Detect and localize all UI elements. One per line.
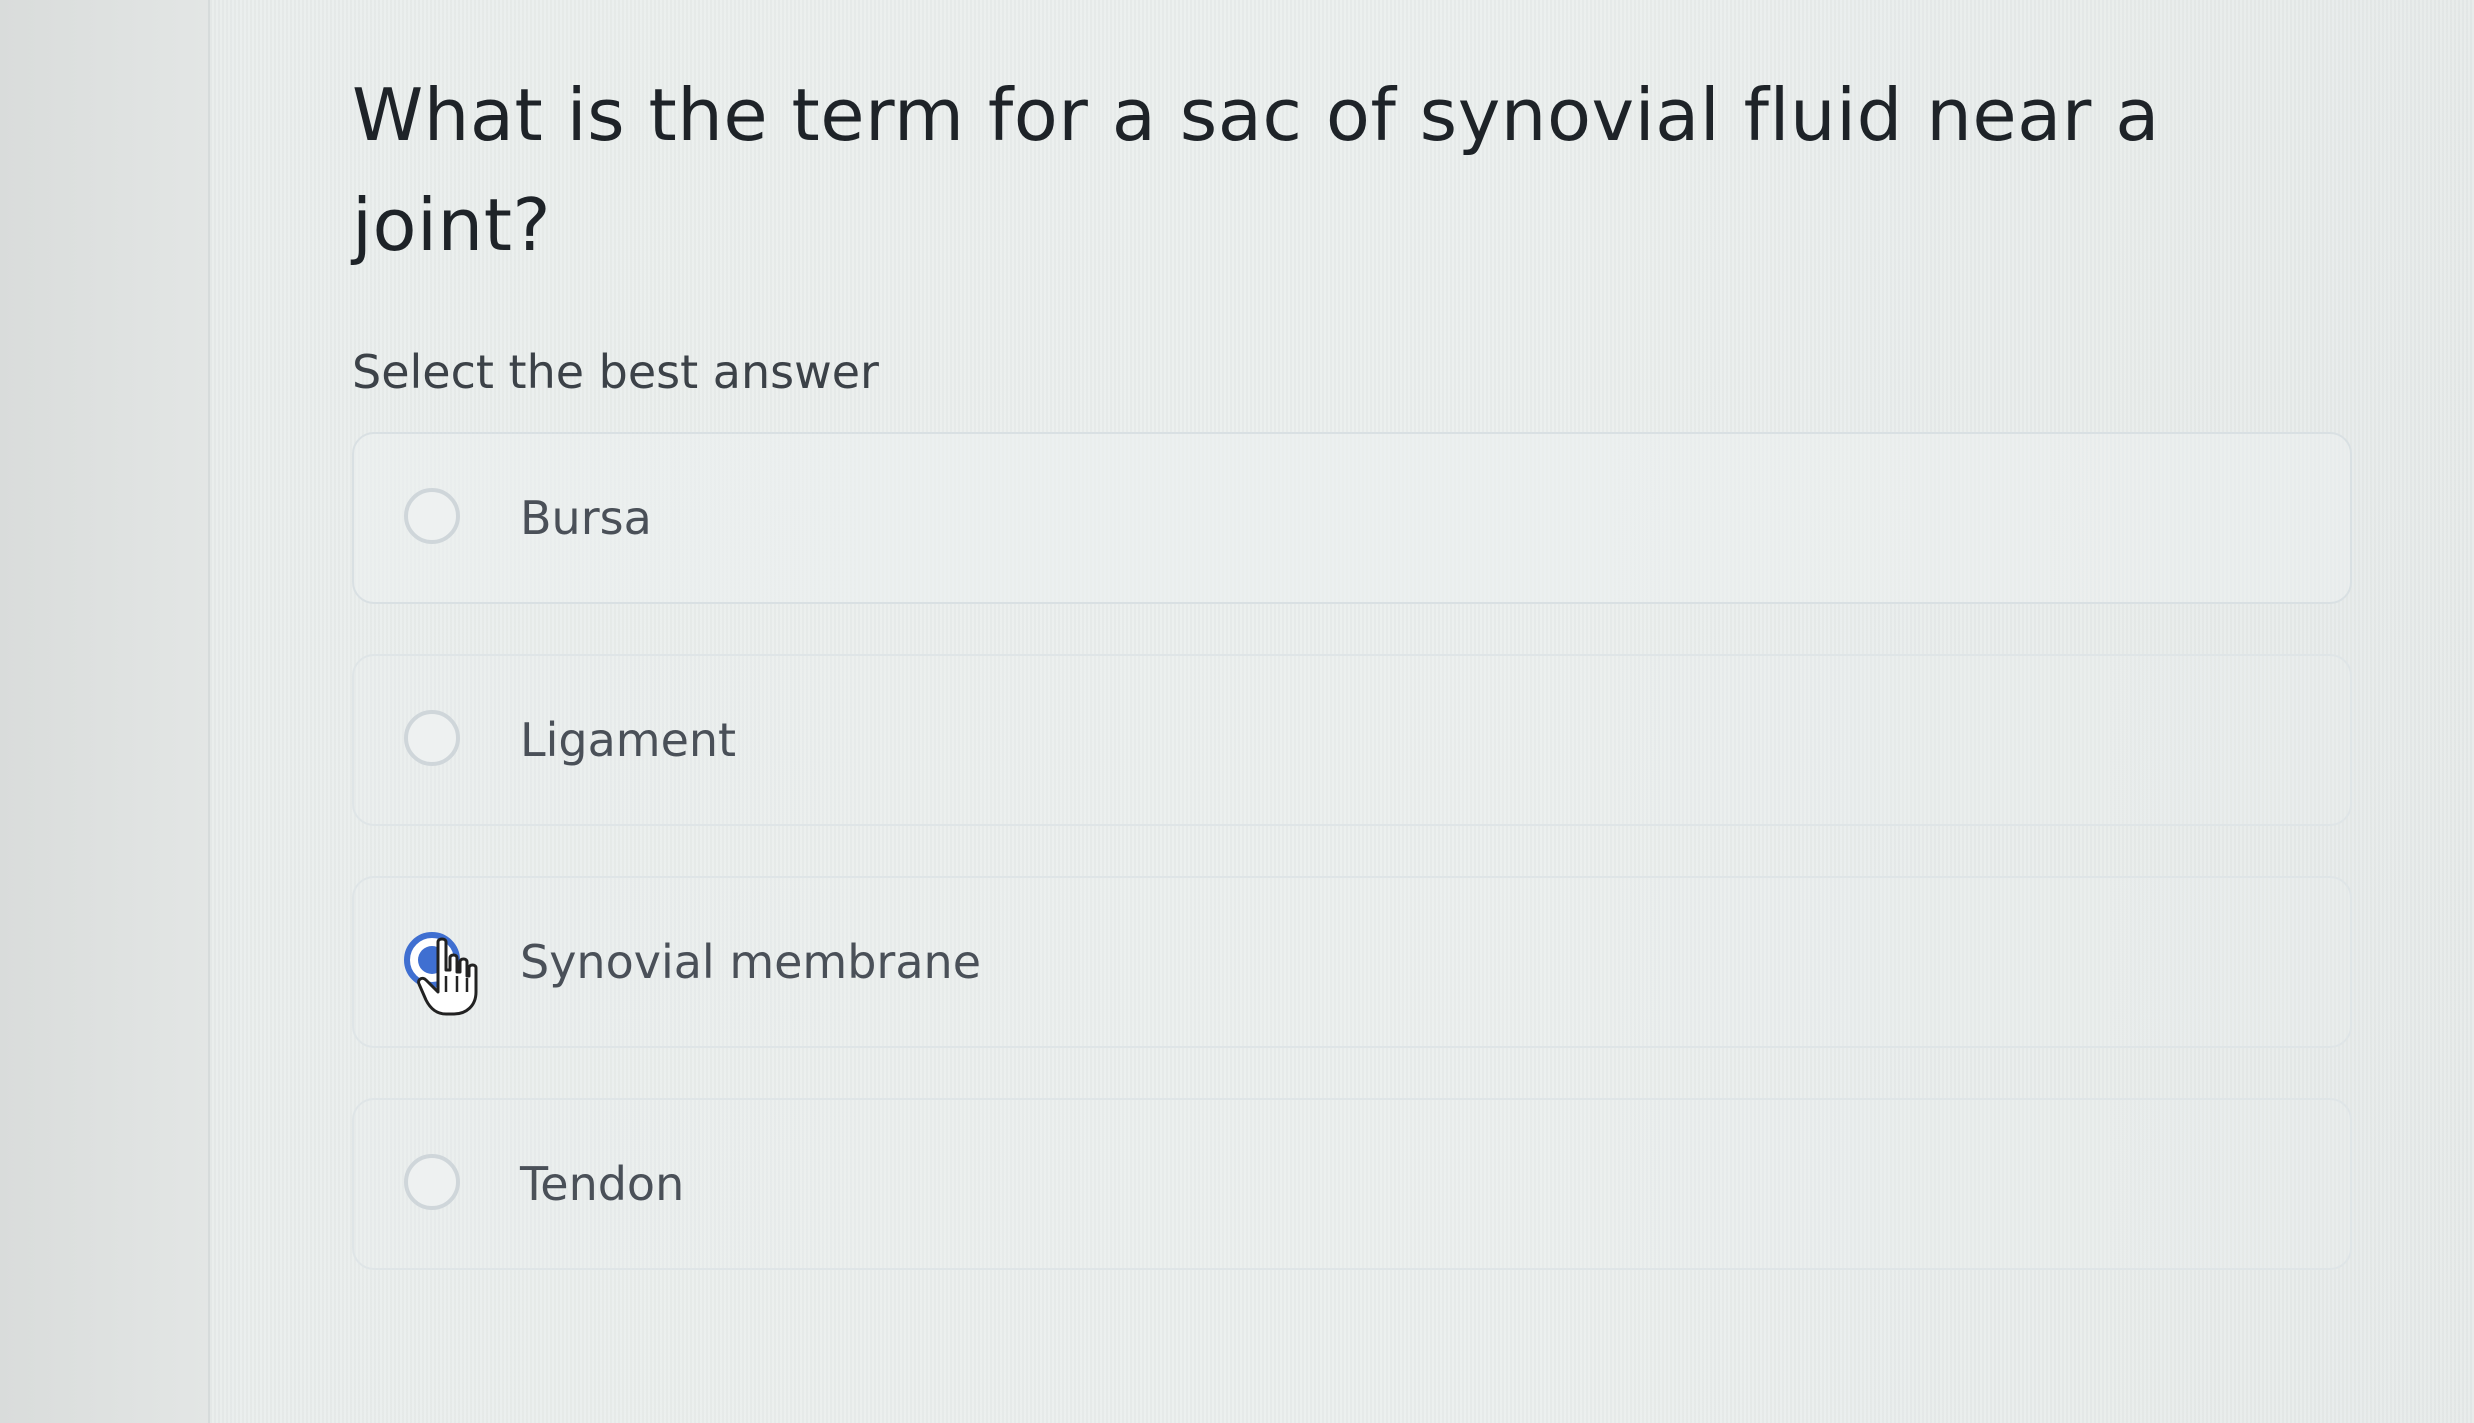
- answer-option-ligament[interactable]: Ligament: [352, 654, 2352, 826]
- option-label: Bursa: [520, 491, 652, 545]
- answer-option-synovial-membrane[interactable]: Synovial membrane: [352, 876, 2352, 1048]
- radio-button[interactable]: [404, 1154, 460, 1210]
- quiz-screen: What is the term for a sac of synovial f…: [0, 0, 2474, 1423]
- radio-button[interactable]: [404, 710, 460, 766]
- hand-pointer-icon: [417, 937, 478, 1016]
- answer-option-bursa[interactable]: Bursa: [352, 432, 2352, 604]
- question-title: What is the term for a sac of synovial f…: [352, 73, 2160, 267]
- radio-button[interactable]: [404, 488, 460, 544]
- option-label: Tendon: [520, 1157, 685, 1211]
- quiz-container: What is the term for a sac of synovial f…: [352, 60, 2352, 1320]
- answer-option-tendon[interactable]: Tendon: [352, 1098, 2352, 1270]
- instruction-text: Select the best answer: [352, 345, 879, 399]
- left-gutter: [0, 0, 210, 1423]
- option-label: Synovial membrane: [520, 935, 981, 989]
- option-label: Ligament: [520, 713, 737, 767]
- answer-options: Bursa Ligament Synovial membrane Tendon: [352, 432, 2352, 1270]
